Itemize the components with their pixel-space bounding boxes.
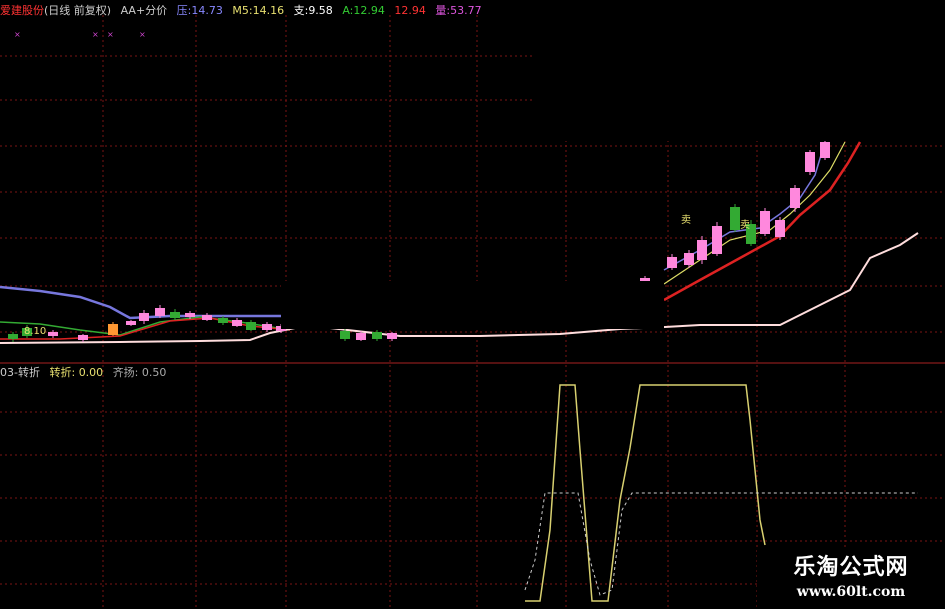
candle-body bbox=[667, 257, 677, 268]
indicator-value-a: A:12.94 bbox=[342, 4, 385, 17]
main-panel-header: 爱建股份(日线 前复权) AA+分价 压:14.73 M5:14.16 支:9.… bbox=[0, 4, 488, 17]
candle-body bbox=[372, 332, 382, 339]
candle-body bbox=[155, 308, 165, 316]
sub-indicator-name[interactable]: 03-转折 bbox=[0, 366, 40, 379]
candle-body bbox=[218, 318, 228, 323]
candle-body bbox=[48, 332, 58, 336]
candle-body bbox=[387, 333, 397, 339]
redaction-block-top-right bbox=[534, 0, 945, 141]
sell-marker: 卖 bbox=[681, 214, 691, 226]
candle-body bbox=[805, 152, 815, 172]
candle-body bbox=[126, 321, 136, 325]
candle-body bbox=[730, 207, 740, 230]
sub-panel-header: 03-转折 转折: 0.00 齐扬: 0.50 bbox=[0, 366, 172, 379]
candle-body bbox=[340, 331, 350, 339]
candle-body bbox=[262, 324, 272, 330]
svg-text:×: × bbox=[139, 30, 146, 39]
candle-body bbox=[775, 220, 785, 237]
candle-body bbox=[712, 226, 722, 254]
candle-body bbox=[790, 188, 800, 208]
candle-body bbox=[232, 320, 242, 326]
candle-body bbox=[8, 334, 18, 339]
signal-markers: × × × × bbox=[14, 30, 146, 39]
watermark-title: 乐淘公式网 bbox=[793, 554, 909, 580]
indicator-value-support: 支:9.58 bbox=[293, 4, 333, 17]
indicator-value-volume: 量:53.77 bbox=[435, 4, 482, 17]
candle-body bbox=[185, 313, 195, 317]
candle-body bbox=[356, 333, 366, 340]
candle-body bbox=[202, 315, 212, 320]
candle-body bbox=[684, 253, 694, 265]
svg-text:×: × bbox=[107, 30, 114, 39]
svg-text:×: × bbox=[92, 30, 99, 39]
watermark-url[interactable]: www.60lt.com bbox=[757, 582, 945, 602]
sub-value-rise: 齐扬: 0.50 bbox=[112, 366, 167, 379]
indicator-value-m5: M5:14.16 bbox=[232, 4, 285, 17]
candle-body bbox=[78, 335, 88, 340]
resistance-line-right bbox=[663, 141, 826, 271]
candle-body bbox=[170, 312, 180, 318]
candle-body bbox=[139, 313, 149, 321]
indicator-value-red: 12.94 bbox=[394, 4, 426, 17]
sell-marker: 卖 bbox=[740, 219, 750, 231]
svg-text:×: × bbox=[14, 30, 21, 39]
candle-body bbox=[697, 240, 707, 260]
candle-body bbox=[108, 324, 118, 335]
indicator-name[interactable]: AA+分价 bbox=[121, 4, 168, 17]
indicator-value-resistance: 压:14.73 bbox=[176, 4, 223, 17]
candle-body bbox=[760, 211, 770, 234]
redaction-block-middle bbox=[281, 281, 664, 329]
price-annotation: 8.10 bbox=[24, 326, 46, 337]
period-label: (日线 前复权) bbox=[44, 4, 112, 17]
candle-body bbox=[820, 142, 830, 158]
stock-name[interactable]: 爱建股份 bbox=[0, 4, 44, 17]
sub-value-turn: 转折: 0.00 bbox=[49, 366, 104, 379]
candle-body bbox=[246, 322, 256, 330]
site-watermark: 乐淘公式网 www.60lt.com bbox=[757, 548, 945, 609]
